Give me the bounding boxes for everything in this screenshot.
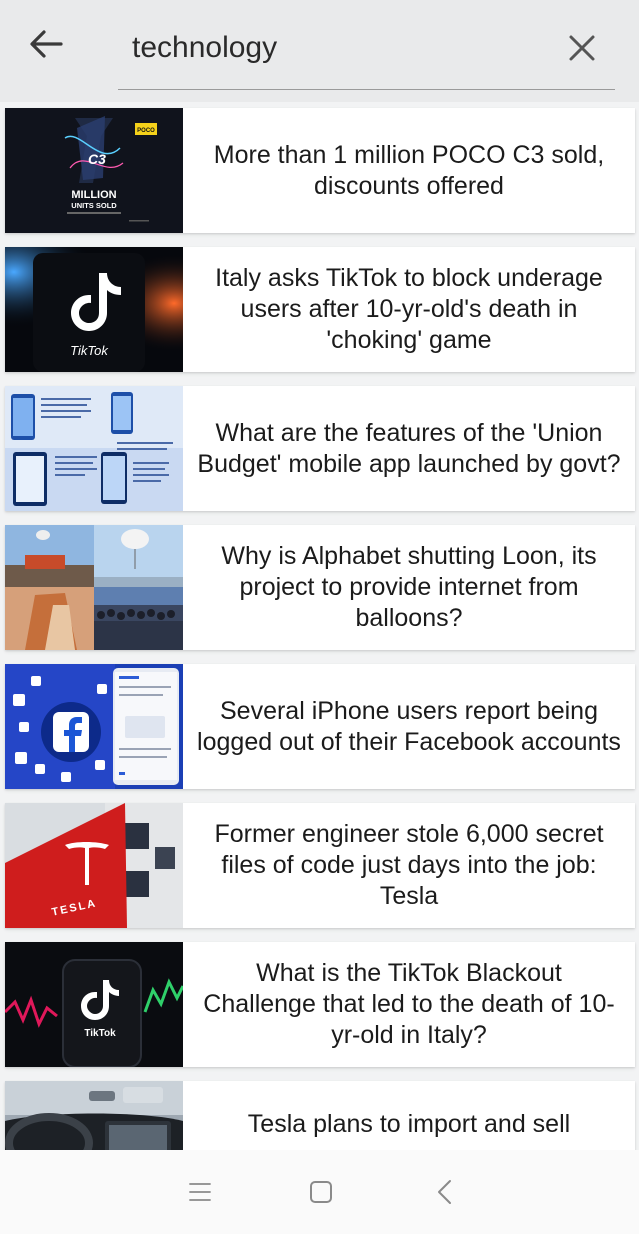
back-chevron-icon	[438, 1180, 451, 1204]
system-back-button[interactable]	[422, 1172, 466, 1212]
thumb-tiktok-label: TikTok	[84, 1028, 116, 1039]
news-thumbnail: POCO C3 MILLION UNITS SOLD	[5, 108, 183, 233]
thumb-million-label: MILLION	[71, 189, 116, 201]
menu-icon	[189, 1183, 211, 1201]
news-card[interactable]: Why is Alphabet shutting Loon, its proje…	[5, 525, 635, 650]
news-thumbnail	[5, 1081, 183, 1150]
news-thumbnail: TikTok	[5, 247, 183, 372]
news-headline: More than 1 million POCO C3 sold, discou…	[213, 140, 605, 200]
recents-button[interactable]	[178, 1172, 222, 1212]
news-headline: Tesla plans to import and sell	[247, 1110, 571, 1138]
news-headline: Several iPhone users report being logged…	[197, 696, 621, 756]
system-nav-bar	[0, 1150, 639, 1234]
news-headline: Why is Alphabet shutting Loon, its proje…	[221, 542, 597, 632]
search-underline	[118, 89, 615, 90]
news-card[interactable]: Tesla plans to import and sell	[5, 1081, 635, 1150]
news-headline: Former engineer stole 6,000 secret files…	[214, 820, 604, 910]
arrow-left-icon	[30, 30, 63, 58]
thumb-brand-label: POCO	[137, 128, 155, 134]
news-headline: Italy asks TikTok to block underage user…	[215, 264, 603, 354]
clear-search-button[interactable]	[558, 24, 606, 72]
thumb-tiktok-label: TikTok	[70, 343, 109, 358]
news-thumbnail	[5, 525, 183, 650]
news-headline: What is the TikTok Blackout Challenge th…	[203, 959, 615, 1049]
thumb-units-label: UNITS SOLD	[71, 201, 117, 210]
close-icon	[569, 35, 595, 61]
thumb-model-label: C3	[88, 151, 106, 167]
home-square-icon	[310, 1181, 332, 1203]
search-input[interactable]	[118, 16, 562, 80]
back-button[interactable]	[22, 22, 70, 66]
news-card[interactable]: TESLA Former engineer stole 6,000 secret…	[5, 803, 635, 928]
home-button[interactable]	[299, 1172, 343, 1212]
news-thumbnail	[5, 386, 183, 511]
news-headline: What are the features of the 'Union Budg…	[197, 418, 621, 478]
news-card[interactable]: What are the features of the 'Union Budg…	[5, 386, 635, 511]
news-thumbnail: TikTok	[5, 942, 183, 1067]
search-header	[0, 0, 639, 102]
news-card[interactable]: TikTok What is the TikTok Blackout Chall…	[5, 942, 635, 1067]
news-card[interactable]: TikTok Italy asks TikTok to block undera…	[5, 247, 635, 372]
news-card[interactable]: POCO C3 MILLION UNITS SOLD More than 1 m…	[5, 108, 635, 233]
news-thumbnail: TESLA	[5, 803, 183, 928]
results-list[interactable]: POCO C3 MILLION UNITS SOLD More than 1 m…	[0, 102, 639, 1150]
news-thumbnail	[5, 664, 183, 789]
news-card[interactable]: Several iPhone users report being logged…	[5, 664, 635, 789]
